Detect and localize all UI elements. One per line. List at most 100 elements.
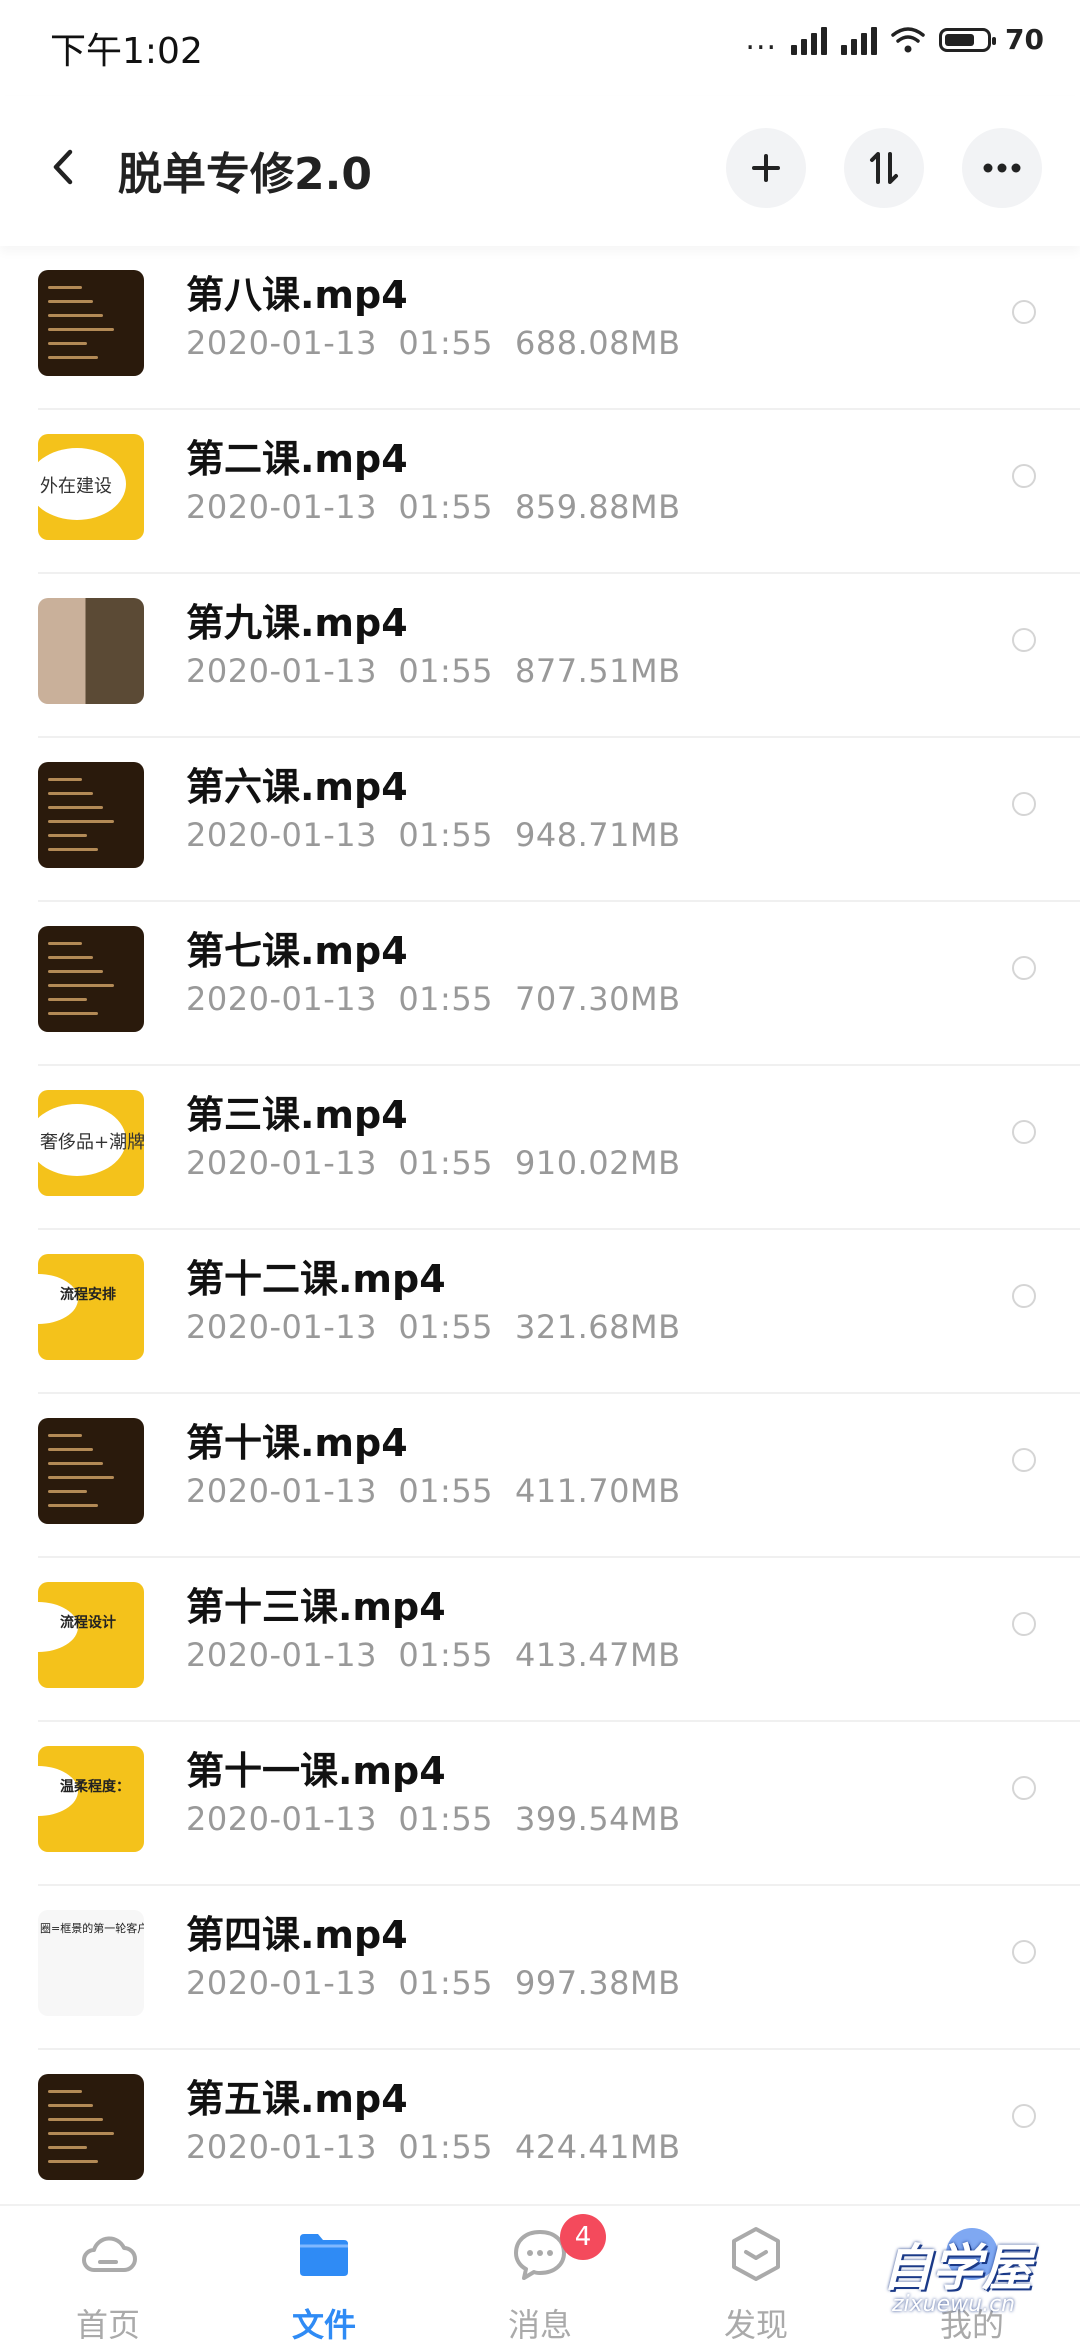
- top-bar: 脱单专修2.0: [0, 96, 1080, 246]
- file-row[interactable]: 第十课.mp4 2020-01-13 01:55 411.70MB: [0, 1394, 1080, 1558]
- file-meta: 2020-01-13 01:55 399.54MB: [186, 1800, 681, 1838]
- file-row[interactable]: 第九课.mp4 2020-01-13 01:55 877.51MB: [0, 574, 1080, 738]
- file-date: 2020-01-13 01:55: [186, 1800, 494, 1838]
- file-date: 2020-01-13 01:55: [186, 488, 494, 526]
- select-radio[interactable]: [1012, 956, 1036, 980]
- nav-messages[interactable]: 4 消息: [432, 2206, 648, 2344]
- file-meta: 2020-01-13 01:55 424.41MB: [186, 2128, 681, 2166]
- back-icon[interactable]: [40, 142, 90, 192]
- video-thumbnail: 奢侈品+潮牌: [38, 1090, 144, 1196]
- select-radio[interactable]: [1012, 300, 1036, 324]
- messages-badge: 4: [560, 2214, 606, 2260]
- file-meta: 2020-01-13 01:55 688.08MB: [186, 324, 681, 362]
- file-row[interactable]: 第七课.mp4 2020-01-13 01:55 707.30MB: [0, 902, 1080, 1066]
- thumbnail-text: 流程安排: [60, 1287, 116, 1303]
- file-size: 399.54MB: [515, 1800, 681, 1838]
- status-bar: 下午1:02 ... 70: [0, 0, 1080, 96]
- watermark-title: 自学屋: [882, 2239, 1032, 2297]
- select-radio[interactable]: [1012, 1940, 1036, 1964]
- nav-home-label: 首页: [75, 2306, 140, 2344]
- file-date: 2020-01-13 01:55: [186, 980, 494, 1018]
- file-size: 948.71MB: [515, 816, 681, 854]
- nav-discover-label: 发现: [723, 2306, 788, 2344]
- file-meta: 2020-01-13 01:55 859.88MB: [186, 488, 681, 526]
- plus-icon: [752, 154, 780, 182]
- video-thumbnail: 圈=框景的第一轮客户: [38, 1910, 144, 2016]
- battery-icon: [939, 27, 997, 52]
- video-thumbnail: 温柔程度：: [38, 1746, 144, 1852]
- video-thumbnail: [38, 926, 144, 1032]
- video-thumbnail: 流程安排: [38, 1254, 144, 1360]
- select-radio[interactable]: [1012, 1120, 1036, 1144]
- folder-icon: [300, 2234, 348, 2276]
- video-thumbnail: [38, 762, 144, 868]
- file-size: 910.02MB: [515, 1144, 681, 1182]
- file-date: 2020-01-13 01:55: [186, 1472, 494, 1510]
- watermark: 自学屋 zixuewu.cn: [882, 2226, 1072, 2336]
- thumbnail-text: 流程设计: [60, 1615, 116, 1631]
- file-date: 2020-01-13 01:55: [186, 324, 494, 362]
- file-meta: 2020-01-13 01:55 877.51MB: [186, 652, 681, 690]
- file-meta: 2020-01-13 01:55 948.71MB: [186, 816, 681, 854]
- file-row[interactable]: 第六课.mp4 2020-01-13 01:55 948.71MB: [0, 738, 1080, 902]
- video-thumbnail: [38, 2074, 144, 2180]
- wifi-icon: [891, 26, 925, 52]
- file-row[interactable]: 温柔程度： 第十一课.mp4 2020-01-13 01:55 399.54MB: [0, 1722, 1080, 1886]
- nav-discover[interactable]: 发现: [648, 2206, 864, 2344]
- signal-icon: [791, 25, 828, 55]
- video-thumbnail: 流程设计: [38, 1582, 144, 1688]
- file-date: 2020-01-13 01:55: [186, 816, 494, 854]
- select-radio[interactable]: [1012, 628, 1036, 652]
- video-thumbnail: [38, 1418, 144, 1524]
- file-row[interactable]: 奢侈品+潮牌 第三课.mp4 2020-01-13 01:55 910.02MB: [0, 1066, 1080, 1230]
- file-name: 第四课.mp4: [186, 1913, 408, 1957]
- select-radio[interactable]: [1012, 464, 1036, 488]
- file-row[interactable]: 第八课.mp4 2020-01-13 01:55 688.08MB: [0, 246, 1080, 410]
- file-row[interactable]: 流程设计 第十三课.mp4 2020-01-13 01:55 413.47MB: [0, 1558, 1080, 1722]
- file-date: 2020-01-13 01:55: [186, 1636, 494, 1674]
- file-date: 2020-01-13 01:55: [186, 652, 494, 690]
- thumbnail-text: 圈=框景的第一轮客户: [40, 1922, 144, 1935]
- file-date: 2020-01-13 01:55: [186, 1144, 494, 1182]
- file-size: 877.51MB: [515, 652, 681, 690]
- more-button[interactable]: [962, 128, 1042, 208]
- discover-icon: [732, 2227, 780, 2281]
- file-date: 2020-01-13 01:55: [186, 1964, 494, 2002]
- file-name: 第二课.mp4: [186, 437, 408, 481]
- add-button[interactable]: [726, 128, 806, 208]
- thumbnail-text: 外在建设: [40, 476, 112, 497]
- watermark-url: zixuewu.cn: [892, 2292, 1016, 2317]
- file-size: 321.68MB: [515, 1308, 681, 1346]
- status-icons: ... 70: [745, 22, 1044, 57]
- signal-icon-2: [841, 25, 878, 55]
- file-row[interactable]: 第五课.mp4 2020-01-13 01:55 424.41MB: [0, 2050, 1080, 2214]
- sort-button[interactable]: [844, 128, 924, 208]
- file-name: 第八课.mp4: [186, 273, 408, 317]
- file-name: 第九课.mp4: [186, 601, 408, 645]
- cloud-icon: [82, 2236, 137, 2272]
- nav-messages-label: 消息: [507, 2306, 572, 2344]
- file-name: 第十一课.mp4: [186, 1749, 446, 1793]
- file-row[interactable]: 圈=框景的第一轮客户 第四课.mp4 2020-01-13 01:55 997.38M…: [0, 1886, 1080, 2050]
- nav-home[interactable]: 首页: [0, 2206, 216, 2344]
- file-size: 413.47MB: [515, 1636, 681, 1674]
- select-radio[interactable]: [1012, 1612, 1036, 1636]
- file-meta: 2020-01-13 01:55 910.02MB: [186, 1144, 681, 1182]
- select-radio[interactable]: [1012, 1284, 1036, 1308]
- file-name: 第十二课.mp4: [186, 1257, 446, 1301]
- file-row[interactable]: 流程安排 第十二课.mp4 2020-01-13 01:55 321.68MB: [0, 1230, 1080, 1394]
- thumbnail-text: 奢侈品+潮牌: [40, 1132, 144, 1153]
- nav-files[interactable]: 文件: [216, 2206, 432, 2344]
- select-radio[interactable]: [1012, 1448, 1036, 1472]
- file-meta: 2020-01-13 01:55 411.70MB: [186, 1472, 681, 1510]
- file-meta: 2020-01-13 01:55 413.47MB: [186, 1636, 681, 1674]
- file-size: 688.08MB: [515, 324, 681, 362]
- file-meta: 2020-01-13 01:55 707.30MB: [186, 980, 681, 1018]
- file-size: 859.88MB: [515, 488, 681, 526]
- select-radio[interactable]: [1012, 792, 1036, 816]
- file-meta: 2020-01-13 01:55 997.38MB: [186, 1964, 681, 2002]
- file-row[interactable]: 外在建设 第二课.mp4 2020-01-13 01:55 859.88MB: [0, 410, 1080, 574]
- select-radio[interactable]: [1012, 2104, 1036, 2128]
- file-name: 第五课.mp4: [186, 2077, 408, 2121]
- select-radio[interactable]: [1012, 1776, 1036, 1800]
